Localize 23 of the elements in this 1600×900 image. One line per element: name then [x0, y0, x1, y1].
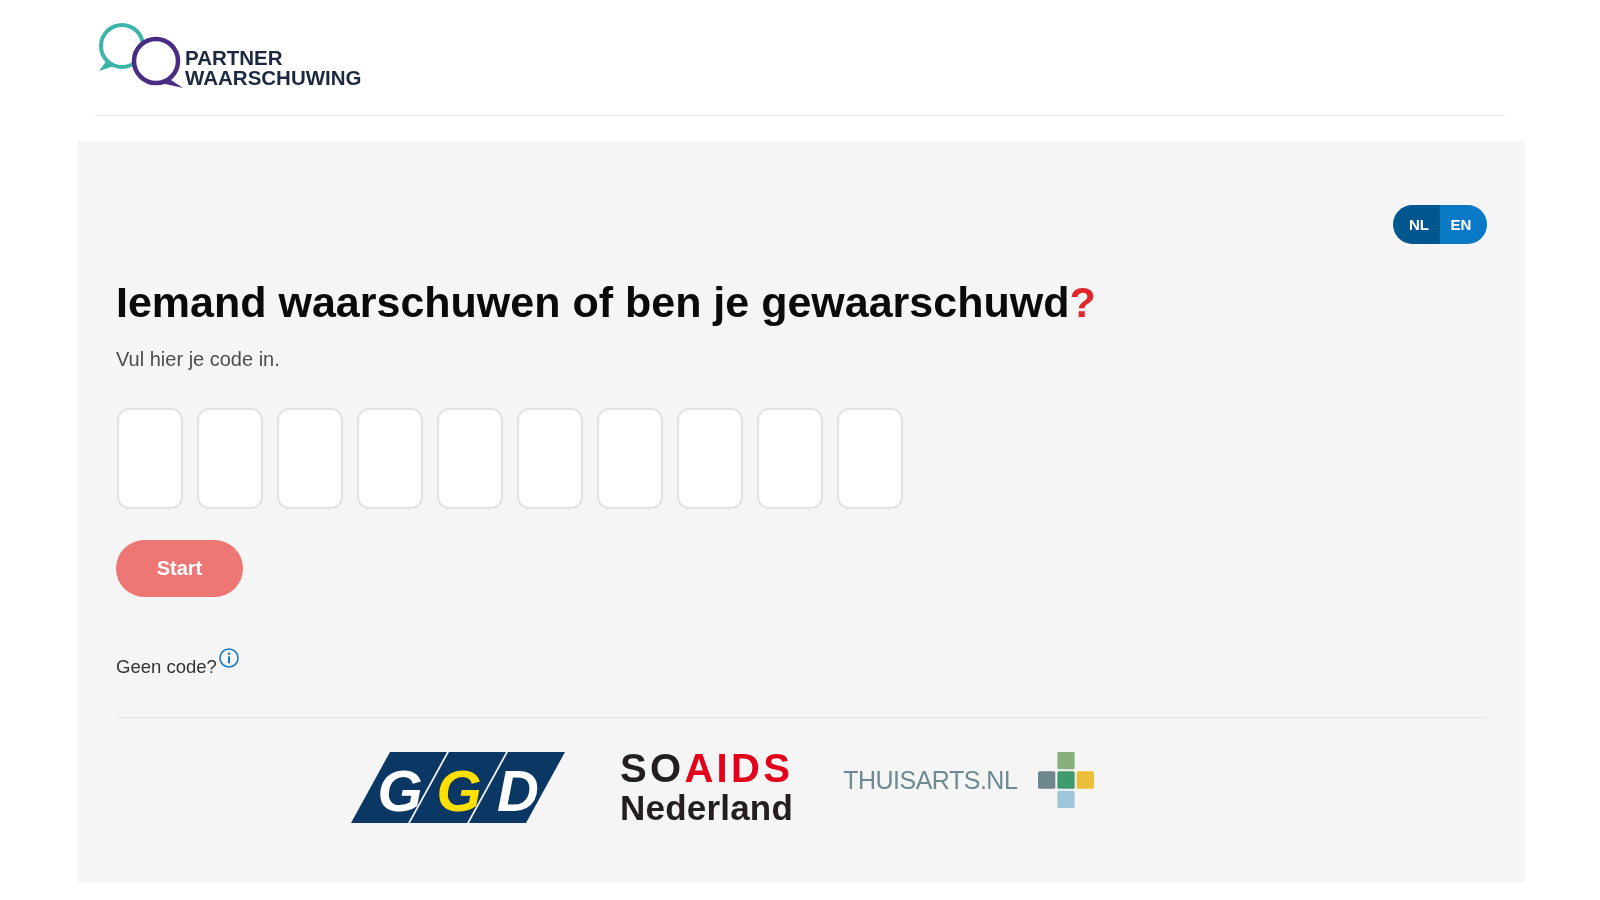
code-digit-field[interactable] [757, 408, 823, 509]
info-icon[interactable] [218, 648, 239, 668]
code-digit-field[interactable] [597, 408, 663, 509]
cross-icon [1038, 752, 1095, 808]
code-digit-field[interactable] [437, 408, 503, 509]
page-heading: Iemand waarschuwen of ben je gewaarschuwd? [116, 277, 1096, 328]
partner-logo: G G D [351, 752, 567, 823]
partner-logo: SOAIDS Nederland [620, 748, 794, 828]
partner-logo-text: THUISARTS.NL [843, 765, 1018, 795]
code-digit-field[interactable] [117, 408, 183, 509]
code-digit-field[interactable] [517, 408, 583, 509]
no-code-text: Geen code? [116, 655, 217, 679]
code-digit-field[interactable] [357, 408, 423, 509]
chat-bubbles-icon [98, 23, 184, 89]
language-tab[interactable]: EN [1440, 205, 1487, 244]
code-digit-field[interactable] [837, 408, 903, 509]
code-digit-field[interactable] [197, 408, 263, 509]
start-button[interactable]: Start [116, 540, 243, 597]
instruction-text: Vul hier je code in. [116, 347, 280, 372]
code-digit-field[interactable] [677, 408, 743, 509]
code-digit-field[interactable] [277, 408, 343, 509]
logo-text: PARTNER WAARSCHUWING [185, 48, 362, 88]
language-tab[interactable]: NL [1393, 205, 1440, 244]
